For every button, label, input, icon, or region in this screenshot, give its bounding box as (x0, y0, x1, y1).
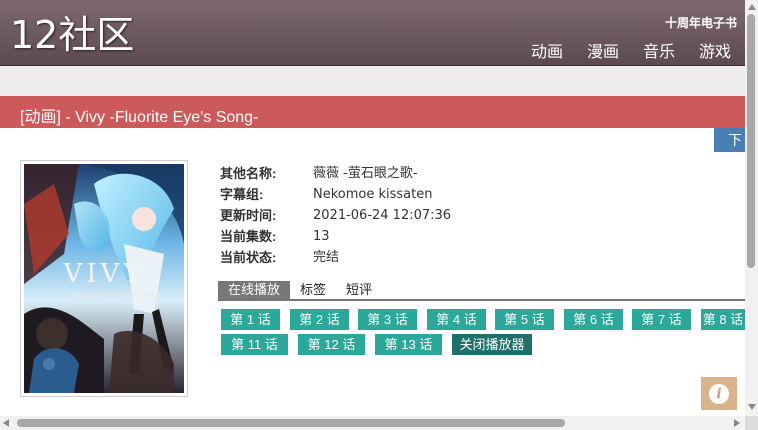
close-player-button[interactable]: 关闭播放器 (452, 334, 532, 355)
poster-frame: VIVY Fluorite Eye's Song (20, 160, 188, 397)
poster-title-text: VIVY (63, 259, 145, 289)
info-row-update-time: 更新时间: 2021-06-24 12:07:36 (220, 205, 451, 226)
episode-button[interactable]: 第 11 话 (221, 334, 288, 355)
episode-button[interactable]: 第 2 话 (290, 309, 349, 330)
poster-subtitle-text: Fluorite Eye's Song (70, 291, 161, 301)
info-label: 当前集数: (220, 229, 277, 244)
content-tabs: 在线播放 标签 短评 (218, 281, 745, 301)
nav-anime[interactable]: 动画 (531, 38, 563, 62)
vertical-scroll-thumb[interactable] (747, 14, 755, 268)
anniversary-ebook-link[interactable]: 十周年电子书 (665, 14, 737, 31)
info-value: Nekomoe kissaten (313, 187, 433, 202)
episode-button[interactable]: 第 5 话 (495, 309, 554, 330)
scroll-arrow-right-icon[interactable] (734, 419, 740, 427)
info-row-episode-count: 当前集数: 13 (220, 226, 451, 247)
info-value: 完结 (313, 250, 340, 265)
tab-tags[interactable]: 标签 (290, 281, 336, 299)
site-header: 12社区 十周年电子书 动画 漫画 音乐 游戏 (0, 0, 745, 66)
episode-button[interactable]: 第 1 话 (221, 309, 280, 330)
horizontal-scroll-thumb[interactable] (17, 419, 565, 427)
info-label: 更新时间: (220, 208, 277, 223)
scroll-arrow-left-icon[interactable] (3, 419, 9, 427)
horizontal-scrollbar[interactable] (0, 416, 745, 430)
info-button[interactable]: i (701, 377, 737, 410)
info-value: 13 (313, 229, 330, 244)
page-title: [动画] - Vivy -Fluorite Eye's Song- (20, 109, 259, 126)
poster-artwork: VIVY Fluorite Eye's Song (24, 164, 184, 393)
info-label: 其他名称: (220, 166, 277, 181)
anime-poster: VIVY Fluorite Eye's Song (24, 164, 184, 393)
nav-manga[interactable]: 漫画 (587, 38, 619, 62)
nav-music[interactable]: 音乐 (643, 38, 675, 62)
info-label: 字幕组: (220, 187, 264, 202)
info-label: 当前状态: (220, 250, 277, 265)
download-tab[interactable]: 下 (714, 128, 745, 152)
nav-games[interactable]: 游戏 (699, 38, 731, 62)
scroll-arrow-down-icon[interactable] (748, 404, 756, 410)
episode-button[interactable]: 第 13 话 (375, 334, 442, 355)
main-nav: 动画 漫画 音乐 游戏 (531, 38, 731, 62)
scrollbar-corner (745, 416, 758, 430)
site-logo[interactable]: 12社区 (10, 12, 134, 58)
info-value: 薇薇 -萤石眼之歌- (313, 166, 418, 181)
episode-button[interactable]: 第 4 话 (427, 309, 486, 330)
info-row-status: 当前状态: 完结 (220, 247, 451, 268)
info-row-subtitle-group: 字幕组: Nekomoe kissaten (220, 184, 451, 205)
info-value: 2021-06-24 12:07:36 (313, 208, 452, 223)
episode-button[interactable]: 第 6 话 (564, 309, 623, 330)
info-icon: i (709, 383, 729, 404)
episode-button[interactable]: 第 8 话 (701, 309, 745, 330)
title-bar: [动画] - Vivy -Fluorite Eye's Song- (0, 96, 745, 128)
anime-info: 其他名称: 薇薇 -萤石眼之歌- 字幕组: Nekomoe kissaten 更… (220, 163, 451, 268)
tab-short-reviews[interactable]: 短评 (336, 281, 382, 299)
episode-button[interactable]: 第 7 话 (632, 309, 691, 330)
episode-button[interactable]: 第 12 话 (298, 334, 365, 355)
vertical-scrollbar[interactable] (745, 0, 758, 416)
tab-online-play[interactable]: 在线播放 (218, 281, 291, 299)
header-band (0, 66, 745, 96)
info-row-alt-name: 其他名称: 薇薇 -萤石眼之歌- (220, 163, 451, 184)
scroll-arrow-up-icon[interactable] (748, 4, 756, 10)
episode-button[interactable]: 第 3 话 (358, 309, 417, 330)
